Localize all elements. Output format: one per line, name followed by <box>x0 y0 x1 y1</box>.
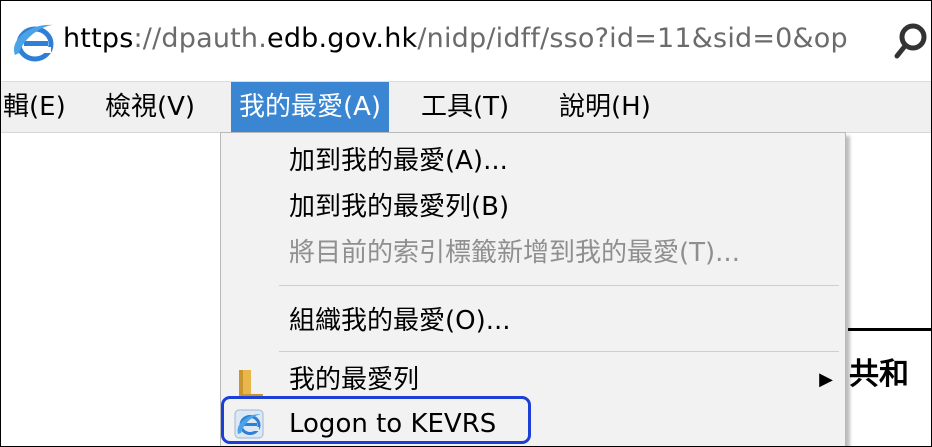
menu-item-add-tabs-to-favorites: 將目前的索引標籤新增到我的最愛(T)... <box>221 231 845 275</box>
menu-favorites[interactable]: 我的最愛(A) <box>231 82 390 132</box>
menu-bar: 輯(E) 檢視(V) 我的最愛(A) 工具(T) 說明(H) <box>1 82 931 133</box>
menu-item-add-to-favorites-bar[interactable]: 加到我的最愛列(B) <box>221 185 845 229</box>
address-bar[interactable]: https://dpauth.edb.gov.hk/nidp/idff/sso?… <box>1 1 931 82</box>
url-sep: ://dpauth. <box>133 23 268 54</box>
page-divider <box>848 328 931 331</box>
url-host: edb.gov.hk <box>267 23 418 54</box>
menu-item-label: 組織我的最愛(O)... <box>289 306 511 336</box>
browser-window: https://dpauth.edb.gov.hk/nidp/idff/sso?… <box>0 0 932 447</box>
menu-view[interactable]: 檢視(V) <box>105 82 195 132</box>
submenu-arrow-icon: ▶ <box>819 369 833 390</box>
menu-help[interactable]: 說明(H) <box>559 82 651 132</box>
search-icon[interactable] <box>893 21 929 61</box>
url-path: /nidp/idff/sso?id=11&sid=0&op <box>417 23 848 54</box>
menu-tools[interactable]: 工具(T) <box>421 82 509 132</box>
menu-item-label: 加到我的最愛列(B) <box>289 192 510 222</box>
menu-item-organize-favorites[interactable]: 組織我的最愛(O)... <box>221 299 845 343</box>
highlight-box <box>221 396 531 444</box>
menu-separator <box>279 351 839 352</box>
url-scheme: https <box>63 23 134 54</box>
menu-separator <box>279 285 839 286</box>
menu-item-label: 將目前的索引標籤新增到我的最愛(T)... <box>289 238 740 268</box>
url-text[interactable]: https://dpauth.edb.gov.hk/nidp/idff/sso?… <box>63 19 848 59</box>
ie-logo-icon <box>13 24 54 62</box>
menu-item-add-favorite[interactable]: 加到我的最愛(A)... <box>221 139 845 183</box>
menu-item-label: 加到我的最愛(A)... <box>289 146 508 176</box>
menu-edit[interactable]: 輯(E) <box>3 82 66 132</box>
page-heading-fragment: 共和 <box>849 357 909 392</box>
